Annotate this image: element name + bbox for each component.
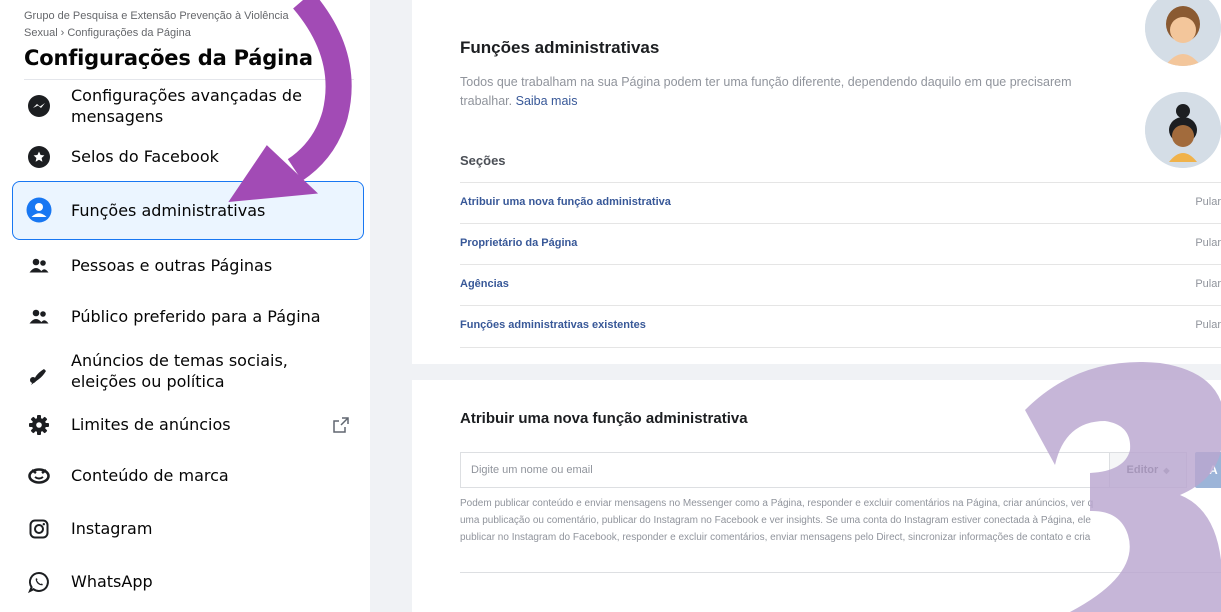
title-divider (24, 79, 354, 80)
sidebar-item-advanced-messaging[interactable]: Configurações avançadas de mensagens (12, 82, 364, 130)
intro-text: Todos que trabalham na sua Página podem … (460, 75, 1072, 108)
gear-icon (26, 412, 52, 438)
external-link-icon[interactable] (332, 416, 350, 434)
sidebar-item-label: Selos do Facebook (71, 147, 219, 166)
breadcrumb: Grupo de Pesquisa e Extensão Prevenção à… (24, 10, 289, 39)
breadcrumb-current: Configurações da Página (67, 27, 191, 39)
sidebar-divider (370, 0, 412, 612)
handshake-icon (26, 463, 52, 489)
section-link[interactable]: Agências (460, 278, 509, 290)
sidebar-item-label: Público preferido para a Página (71, 307, 321, 326)
assign-role-card: Atribuir uma nova função administrativa … (412, 380, 1221, 612)
name-email-input[interactable] (461, 453, 1106, 487)
role-dropdown[interactable]: Editor ◆ (1109, 452, 1187, 488)
megaphone-icon (26, 364, 52, 390)
sidebar-item-label: Configurações avançadas de mensagens (71, 86, 302, 126)
section-link[interactable]: Proprietário da Página (460, 237, 577, 249)
sidebar-item-branded-content[interactable]: Conteúdo de marca (12, 456, 364, 496)
admin-roles-card: Funções administrativas Todos que trabal… (412, 0, 1221, 364)
section-row: Atribuir uma nova função administrativa … (460, 182, 1221, 224)
name-email-field[interactable] (460, 452, 1110, 488)
sidebar-item-admin-roles[interactable]: Funções administrativas (12, 181, 364, 240)
sidebar-item-instagram[interactable]: Instagram (12, 509, 364, 549)
assign-role-heading: Atribuir uma nova função administrativa (460, 410, 748, 427)
skip-link[interactable]: Pular (1195, 319, 1221, 331)
sidebar-item-label: WhatsApp (71, 572, 153, 591)
whatsapp-icon (26, 569, 52, 595)
role-dropdown-value: Editor (1126, 464, 1159, 476)
section-row: Agências Pular (460, 264, 1221, 306)
sidebar-item-people-pages[interactable]: Pessoas e outras Páginas (12, 246, 364, 286)
sidebar-item-label: Instagram (71, 519, 153, 538)
skip-link[interactable]: Pular (1195, 278, 1221, 290)
page-title: Configurações da Página (24, 46, 313, 70)
learn-more-link[interactable]: Saiba mais (516, 94, 578, 108)
people-icon (26, 253, 52, 279)
sidebar-item-social-issue-ads[interactable]: Anúncios de temas sociais, eleições ou p… (12, 346, 364, 402)
role-description: Podem publicar conteúdo e enviar mensage… (460, 498, 1094, 543)
avatar-illustration (1145, 0, 1221, 66)
sidebar-item-label: Anúncios de temas sociais, eleições ou p… (71, 351, 288, 391)
avatar-illustration (1145, 92, 1221, 168)
section-row: Funções administrativas existentes Pular (460, 305, 1221, 348)
skip-link[interactable]: Pular (1195, 237, 1221, 249)
section-row: Proprietário da Página Pular (460, 223, 1221, 265)
badge-icon (26, 144, 52, 170)
divider (460, 572, 1221, 573)
sidebar-item-facebook-badges[interactable]: Selos do Facebook (12, 137, 364, 177)
sidebar-item-ad-limits[interactable]: Limites de anúncios (12, 405, 364, 445)
sections-heading: Seções (460, 153, 506, 168)
sidebar-item-whatsapp[interactable]: WhatsApp (12, 562, 364, 602)
sidebar-item-preferred-audience[interactable]: Público preferido para a Página (12, 297, 364, 337)
caret-updown-icon: ◆ (1163, 465, 1170, 475)
instagram-icon (26, 516, 52, 542)
sidebar-item-label: Limites de anúncios (71, 415, 231, 434)
main-content: Funções administrativas Todos que trabal… (412, 0, 1221, 612)
sidebar-item-label: Pessoas e outras Páginas (71, 256, 273, 275)
settings-sidebar: Grupo de Pesquisa e Extensão Prevenção à… (0, 0, 370, 612)
sidebar-item-label: Funções administrativas (71, 201, 266, 220)
person-icon (26, 197, 52, 223)
messenger-icon (26, 93, 52, 119)
section-heading: Funções administrativas (460, 38, 660, 57)
add-button[interactable]: A (1195, 452, 1221, 488)
skip-link[interactable]: Pular (1195, 196, 1221, 208)
sidebar-item-label: Conteúdo de marca (71, 466, 229, 485)
people-icon (26, 304, 52, 330)
section-link[interactable]: Funções administrativas existentes (460, 319, 646, 331)
section-link[interactable]: Atribuir uma nova função administrativa (460, 196, 671, 208)
